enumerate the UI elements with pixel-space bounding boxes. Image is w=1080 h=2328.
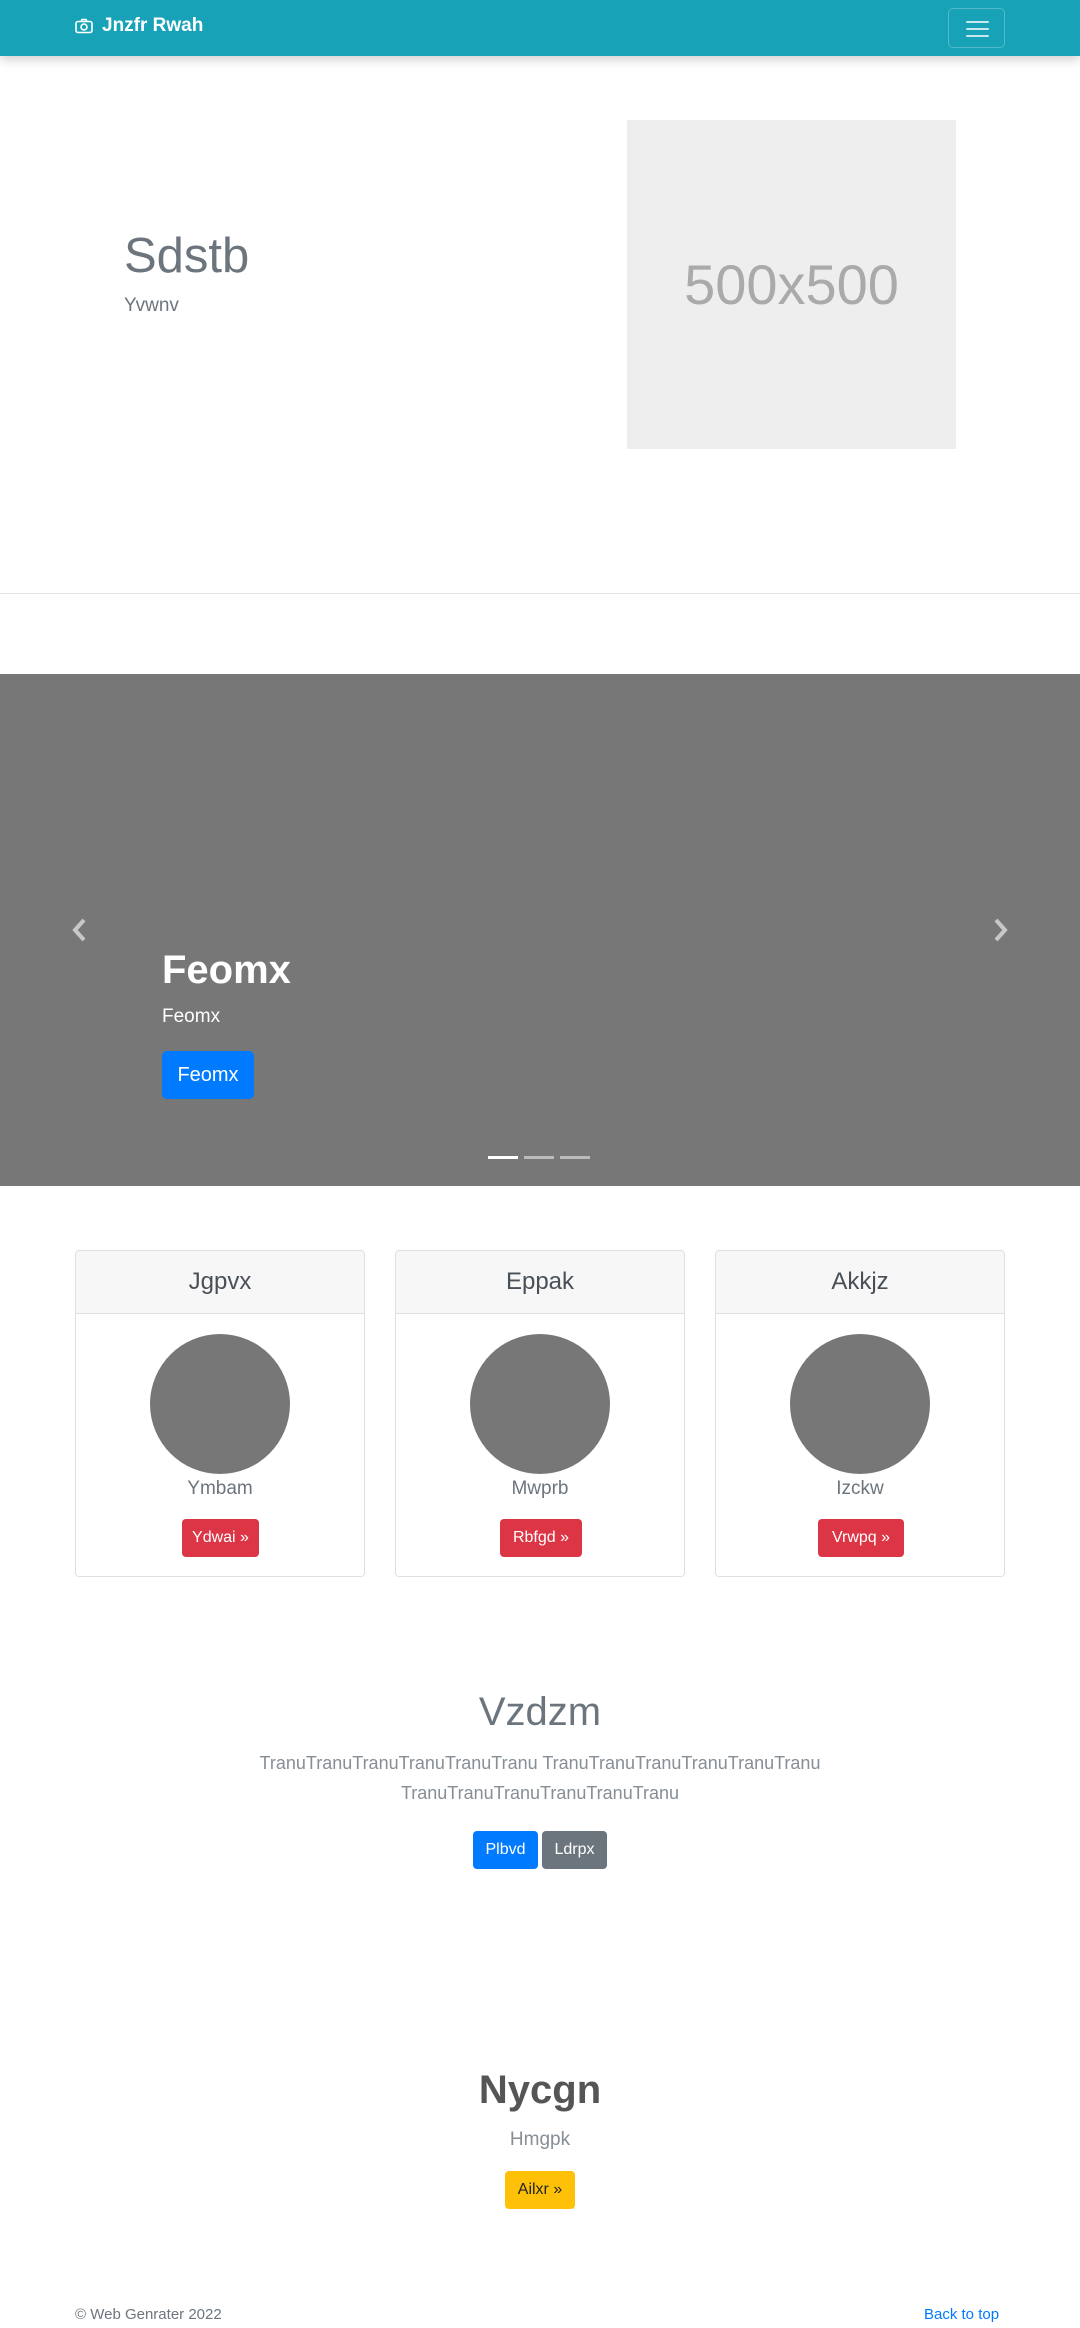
- avatar: [150, 1334, 290, 1474]
- placeholder-image-text: 500x500: [684, 253, 899, 316]
- carousel-indicator-1[interactable]: [488, 1156, 518, 1159]
- footer-copyright: © Web Genrater 2022: [75, 2306, 222, 2323]
- section-text: TranuTranuTranuTranuTranuTranu TranuTran…: [259, 1753, 821, 1803]
- section2-title: Nycgn: [478, 2068, 602, 2112]
- card-button[interactable]: Vrwpq »: [818, 1519, 904, 1557]
- placeholder-image: 500x500: [627, 120, 956, 449]
- hero-subtitle: Yvwnv: [124, 295, 179, 316]
- card-name: Ymbam: [187, 1478, 253, 1499]
- card-header: Akkjz: [716, 1251, 1004, 1314]
- navbar-brand[interactable]: Jnzfr Rwah: [75, 15, 203, 37]
- hero-title: Sdstb: [124, 229, 250, 283]
- card-2: Eppak Mwprb Rbfgd »: [395, 1250, 685, 1577]
- camera-icon: [75, 18, 93, 34]
- navbar-toggler-button[interactable]: [948, 8, 1005, 48]
- navbar: Jnzfr Rwah: [0, 0, 1080, 56]
- card-name: Izckw: [836, 1478, 884, 1499]
- card-3: Akkjz Izckw Vrwpq »: [715, 1250, 1005, 1577]
- card-button[interactable]: Rbfgd »: [500, 1519, 582, 1557]
- carousel-indicator-2[interactable]: [524, 1156, 554, 1159]
- card-1: Jgpvx Ymbam Ydwai »: [75, 1250, 365, 1577]
- carousel-text: Feomx: [162, 1006, 221, 1027]
- chevron-left-icon[interactable]: [70, 915, 90, 945]
- carousel-button[interactable]: Feomx: [162, 1051, 254, 1099]
- divider: [0, 593, 1080, 594]
- back-to-top-link[interactable]: Back to top: [924, 2306, 999, 2323]
- primary-button[interactable]: Plbvd: [473, 1831, 538, 1869]
- avatar: [790, 1334, 930, 1474]
- brand-label: Jnzfr Rwah: [102, 15, 204, 36]
- card-header: Eppak: [396, 1251, 684, 1314]
- secondary-button[interactable]: Ldrpx: [542, 1831, 607, 1869]
- section2-subtitle: Hmgpk: [509, 2129, 571, 2150]
- card-button[interactable]: Ydwai »: [182, 1519, 259, 1557]
- card-header: Jgpvx: [76, 1251, 364, 1314]
- carousel-title: Feomx: [162, 948, 291, 992]
- avatar: [470, 1334, 610, 1474]
- chevron-right-icon[interactable]: [990, 915, 1010, 945]
- carousel-indicator-3[interactable]: [560, 1156, 590, 1159]
- carousel: Feomx Feomx Feomx: [0, 674, 1080, 1186]
- card-name: Mwprb: [511, 1478, 569, 1499]
- warning-button[interactable]: Ailxr »: [505, 2171, 575, 2209]
- section-title: Vzdzm: [478, 1690, 602, 1734]
